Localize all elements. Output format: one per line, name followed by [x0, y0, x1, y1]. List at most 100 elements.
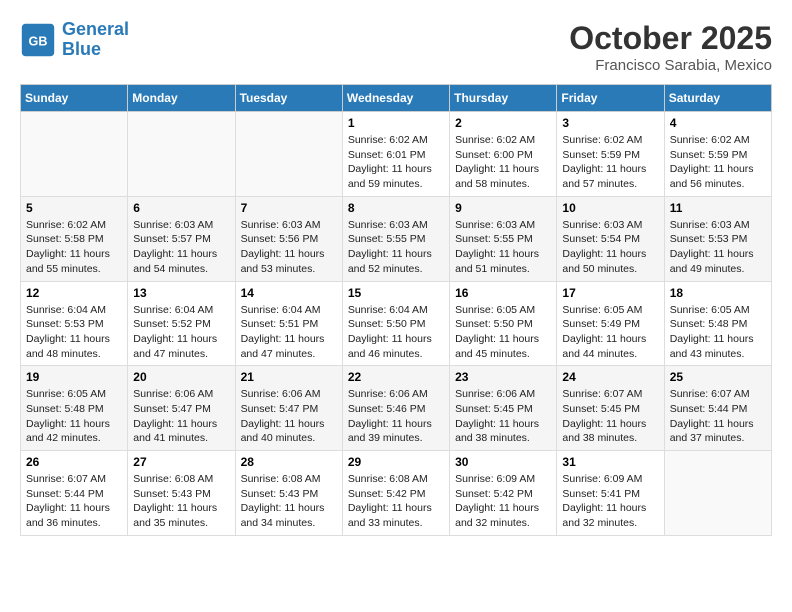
page-header: GB General Blue October 2025 Francisco S… [20, 20, 772, 74]
calendar-cell: 22 Sunrise: 6:06 AMSunset: 5:46 PMDayligh… [342, 366, 449, 451]
cell-sun-info: Sunrise: 6:02 AMSunset: 5:58 PMDaylight:… [26, 218, 122, 277]
cell-sun-info: Sunrise: 6:03 AMSunset: 5:53 PMDaylight:… [670, 218, 766, 277]
calendar-cell [235, 112, 342, 197]
cell-sun-info: Sunrise: 6:06 AMSunset: 5:47 PMDaylight:… [241, 387, 337, 446]
calendar-cell: 19 Sunrise: 6:05 AMSunset: 5:48 PMDayligh… [21, 366, 128, 451]
calendar-cell: 2 Sunrise: 6:02 AMSunset: 6:00 PMDaylight… [450, 112, 557, 197]
calendar-cell: 27 Sunrise: 6:08 AMSunset: 5:43 PMDayligh… [128, 451, 235, 536]
calendar-cell: 20Sunrise: 6:06 AMSunset: 5:47 PMDayligh… [128, 366, 235, 451]
calendar-cell: 28 Sunrise: 6:08 AMSunset: 5:43 PMDayligh… [235, 451, 342, 536]
day-number: 9 [455, 201, 551, 215]
day-number: 15 [348, 286, 444, 300]
day-number: 10 [562, 201, 658, 215]
calendar-cell: 16Sunrise: 6:05 AMSunset: 5:50 PMDayligh… [450, 281, 557, 366]
cell-sun-info: Sunrise: 6:05 AMSunset: 5:48 PMDaylight:… [670, 303, 766, 362]
calendar-body: 1 Sunrise: 6:02 AMSunset: 6:01 PMDaylight… [21, 112, 772, 536]
calendar-cell [128, 112, 235, 197]
cell-sun-info: Sunrise: 6:02 AMSunset: 5:59 PMDaylight:… [670, 133, 766, 192]
calendar-cell: 3Sunrise: 6:02 AMSunset: 5:59 PMDaylight… [557, 112, 664, 197]
logo-line1: General [62, 19, 129, 39]
calendar-week-5: 26 Sunrise: 6:07 AMSunset: 5:44 PMDayligh… [21, 451, 772, 536]
calendar-week-2: 5 Sunrise: 6:02 AMSunset: 5:58 PMDaylight… [21, 196, 772, 281]
cell-sun-info: Sunrise: 6:03 AMSunset: 5:56 PMDaylight:… [241, 218, 337, 277]
cell-sun-info: Sunrise: 6:05 AMSunset: 5:49 PMDaylight:… [562, 303, 658, 362]
calendar-cell [664, 451, 771, 536]
calendar-cell: 21 Sunrise: 6:06 AMSunset: 5:47 PMDayligh… [235, 366, 342, 451]
calendar-cell: 31Sunrise: 6:09 AMSunset: 5:41 PMDayligh… [557, 451, 664, 536]
calendar-cell: 26 Sunrise: 6:07 AMSunset: 5:44 PMDayligh… [21, 451, 128, 536]
cell-sun-info: Sunrise: 6:04 AMSunset: 5:50 PMDaylight:… [348, 303, 444, 362]
weekday-header-wednesday: Wednesday [342, 85, 449, 112]
calendar-week-1: 1 Sunrise: 6:02 AMSunset: 6:01 PMDaylight… [21, 112, 772, 197]
month-title: October 2025 [569, 20, 772, 57]
calendar-cell: 23Sunrise: 6:06 AMSunset: 5:45 PMDayligh… [450, 366, 557, 451]
logo-line2: Blue [62, 39, 101, 59]
calendar-cell: 14Sunrise: 6:04 AMSunset: 5:51 PMDayligh… [235, 281, 342, 366]
cell-sun-info: Sunrise: 6:05 AMSunset: 5:48 PMDaylight:… [26, 387, 122, 446]
day-number: 5 [26, 201, 122, 215]
day-number: 11 [670, 201, 766, 215]
calendar-cell: 13Sunrise: 6:04 AMSunset: 5:52 PMDayligh… [128, 281, 235, 366]
calendar-cell: 8 Sunrise: 6:03 AMSunset: 5:55 PMDaylight… [342, 196, 449, 281]
day-number: 12 [26, 286, 122, 300]
calendar-cell: 9 Sunrise: 6:03 AMSunset: 5:55 PMDaylight… [450, 196, 557, 281]
cell-sun-info: Sunrise: 6:03 AMSunset: 5:54 PMDaylight:… [562, 218, 658, 277]
cell-sun-info: Sunrise: 6:08 AMSunset: 5:42 PMDaylight:… [348, 472, 444, 531]
day-number: 2 [455, 116, 551, 130]
cell-sun-info: Sunrise: 6:07 AMSunset: 5:44 PMDaylight:… [26, 472, 122, 531]
calendar-cell: 11 Sunrise: 6:03 AMSunset: 5:53 PMDayligh… [664, 196, 771, 281]
weekday-header-monday: Monday [128, 85, 235, 112]
calendar-cell: 5 Sunrise: 6:02 AMSunset: 5:58 PMDaylight… [21, 196, 128, 281]
location-subtitle: Francisco Sarabia, Mexico [569, 57, 772, 74]
day-number: 18 [670, 286, 766, 300]
calendar-header-row: SundayMondayTuesdayWednesdayThursdayFrid… [21, 85, 772, 112]
day-number: 4 [670, 116, 766, 130]
cell-sun-info: Sunrise: 6:08 AMSunset: 5:43 PMDaylight:… [133, 472, 229, 531]
day-number: 17 [562, 286, 658, 300]
day-number: 8 [348, 201, 444, 215]
cell-sun-info: Sunrise: 6:09 AMSunset: 5:42 PMDaylight:… [455, 472, 551, 531]
calendar-table: SundayMondayTuesdayWednesdayThursdayFrid… [20, 84, 772, 536]
cell-sun-info: Sunrise: 6:05 AMSunset: 5:50 PMDaylight:… [455, 303, 551, 362]
cell-sun-info: Sunrise: 6:02 AMSunset: 6:00 PMDaylight:… [455, 133, 551, 192]
calendar-cell: 4 Sunrise: 6:02 AMSunset: 5:59 PMDaylight… [664, 112, 771, 197]
day-number: 26 [26, 455, 122, 469]
calendar-cell: 18 Sunrise: 6:05 AMSunset: 5:48 PMDayligh… [664, 281, 771, 366]
cell-sun-info: Sunrise: 6:06 AMSunset: 5:46 PMDaylight:… [348, 387, 444, 446]
calendar-cell: 25 Sunrise: 6:07 AMSunset: 5:44 PMDayligh… [664, 366, 771, 451]
logo: GB General Blue [20, 20, 129, 60]
title-block: October 2025 Francisco Sarabia, Mexico [569, 20, 772, 74]
cell-sun-info: Sunrise: 6:09 AMSunset: 5:41 PMDaylight:… [562, 472, 658, 531]
day-number: 1 [348, 116, 444, 130]
day-number: 29 [348, 455, 444, 469]
day-number: 7 [241, 201, 337, 215]
cell-sun-info: Sunrise: 6:06 AMSunset: 5:47 PMDaylight:… [133, 387, 229, 446]
weekday-header-tuesday: Tuesday [235, 85, 342, 112]
cell-sun-info: Sunrise: 6:03 AMSunset: 5:55 PMDaylight:… [348, 218, 444, 277]
cell-sun-info: Sunrise: 6:07 AMSunset: 5:44 PMDaylight:… [670, 387, 766, 446]
weekday-header-sunday: Sunday [21, 85, 128, 112]
cell-sun-info: Sunrise: 6:07 AMSunset: 5:45 PMDaylight:… [562, 387, 658, 446]
day-number: 22 [348, 370, 444, 384]
calendar-cell: 12Sunrise: 6:04 AMSunset: 5:53 PMDayligh… [21, 281, 128, 366]
day-number: 21 [241, 370, 337, 384]
cell-sun-info: Sunrise: 6:08 AMSunset: 5:43 PMDaylight:… [241, 472, 337, 531]
cell-sun-info: Sunrise: 6:03 AMSunset: 5:55 PMDaylight:… [455, 218, 551, 277]
day-number: 27 [133, 455, 229, 469]
logo-icon: GB [20, 22, 56, 58]
weekday-header-thursday: Thursday [450, 85, 557, 112]
calendar-cell: 29 Sunrise: 6:08 AMSunset: 5:42 PMDayligh… [342, 451, 449, 536]
calendar-cell: 1 Sunrise: 6:02 AMSunset: 6:01 PMDaylight… [342, 112, 449, 197]
day-number: 23 [455, 370, 551, 384]
calendar-cell: 10 Sunrise: 6:03 AMSunset: 5:54 PMDayligh… [557, 196, 664, 281]
calendar-cell: 15 Sunrise: 6:04 AMSunset: 5:50 PMDayligh… [342, 281, 449, 366]
calendar-cell [21, 112, 128, 197]
day-number: 6 [133, 201, 229, 215]
day-number: 19 [26, 370, 122, 384]
day-number: 3 [562, 116, 658, 130]
day-number: 28 [241, 455, 337, 469]
cell-sun-info: Sunrise: 6:04 AMSunset: 5:52 PMDaylight:… [133, 303, 229, 362]
weekday-header-saturday: Saturday [664, 85, 771, 112]
day-number: 25 [670, 370, 766, 384]
cell-sun-info: Sunrise: 6:02 AMSunset: 6:01 PMDaylight:… [348, 133, 444, 192]
